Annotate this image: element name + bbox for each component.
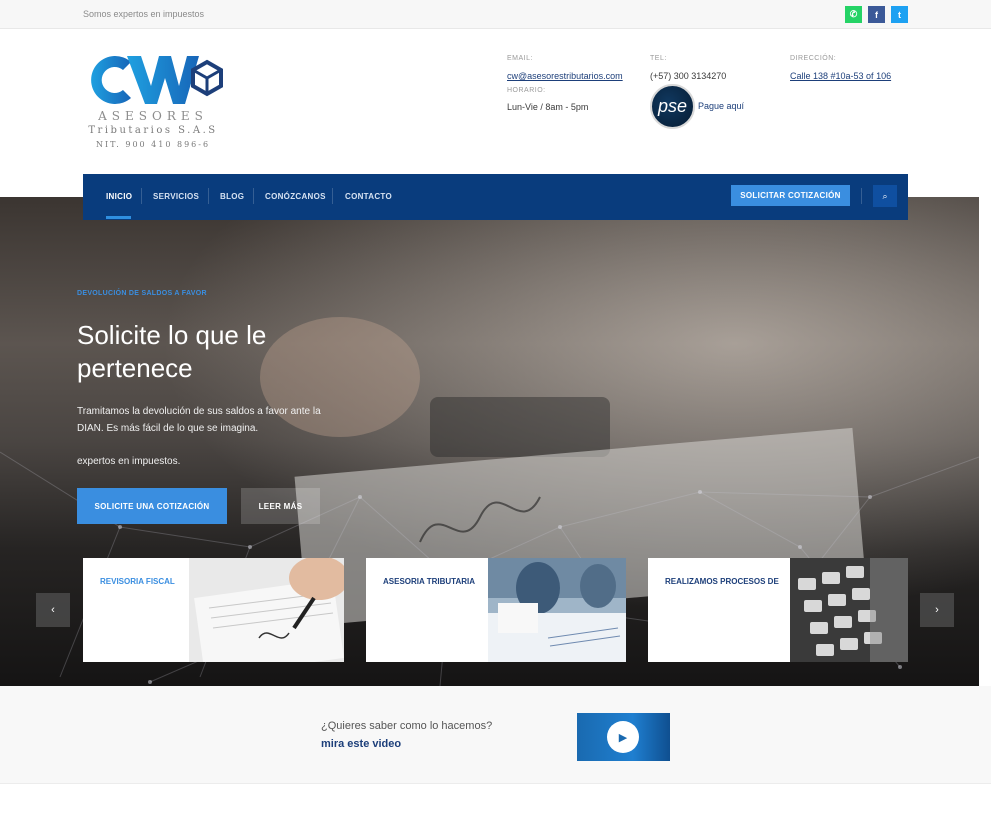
signing-document-image [189, 558, 344, 662]
email-label: EMAIL: [507, 55, 533, 62]
service-card-revisoria[interactable]: REVISORIA FISCAL [83, 558, 344, 662]
slider-next-arrow[interactable]: › [920, 593, 954, 627]
address-label: DIRECCIÓN: [790, 55, 837, 62]
service-card-title: REVISORIA FISCAL [100, 577, 175, 586]
nav-item-contacto[interactable]: CONTACTO [345, 192, 392, 201]
nav-active-indicator [106, 216, 131, 219]
nav-divider [208, 188, 209, 204]
hours-value: Lun-Vie / 8am - 5pm [507, 102, 589, 112]
play-icon[interactable]: ▶ [607, 721, 639, 753]
nav-item-servicios[interactable]: SERVICIOS [153, 192, 199, 201]
company-logo[interactable]: ASESORES Tributarios S.A.S NIT. 900 410 … [83, 52, 233, 152]
business-meeting-image [488, 558, 626, 662]
nav-item-conozcanos[interactable]: CONÓZCANOS [265, 192, 326, 201]
nav-item-inicio[interactable]: INICIO [106, 192, 132, 201]
main-navigation: INICIO SERVICIOS BLOG CONÓZCANOS CONTACT… [83, 174, 908, 220]
hero-read-more-button[interactable]: LEER MÁS [241, 488, 320, 524]
twitter-icon[interactable]: t [891, 6, 908, 23]
video-thumbnail[interactable]: ▶ [577, 713, 670, 761]
hero-lead: Tramitamos la devolución de sus saldos a… [77, 406, 321, 434]
top-bar: Somos expertos en impuestos ✆ f t [0, 0, 991, 29]
request-quote-button[interactable]: SOLICITAR COTIZACIÓN [731, 185, 850, 206]
hours-label: HORARIO: [507, 87, 546, 94]
hero-lead-secondary: expertos en impuestos. [77, 456, 181, 467]
pse-pay-link[interactable]: Pague aquí [698, 101, 744, 111]
search-icon[interactable]: ⌕ [873, 185, 897, 207]
hero-quote-button[interactable]: SOLICITE UNA COTIZACIÓN [77, 488, 227, 524]
logo-mark [91, 56, 223, 104]
video-section: ¿Quieres saber como lo hacemos? mira est… [0, 686, 991, 784]
service-card-title: ASESORIA TRIBUTARIA [383, 577, 475, 586]
tagline: Somos expertos en impuestos [83, 9, 205, 19]
video-question: ¿Quieres saber como lo hacemos? [321, 720, 493, 732]
logo-line-2: Tributarios S.A.S [88, 125, 218, 136]
nav-divider [861, 188, 862, 204]
hero-eyebrow: DEVOLUCIÓN DE SALDOS A FAVOR [77, 290, 207, 297]
nav-divider [332, 188, 333, 204]
hero-title: Solicite lo que le pertenece [77, 320, 267, 383]
watch-video-link[interactable]: mira este video [321, 738, 401, 750]
nav-divider [253, 188, 254, 204]
service-card-asesoria[interactable]: ASESORIA TRIBUTARIA [366, 558, 626, 662]
tel-value: (+57) 300 3134270 [650, 71, 727, 81]
whatsapp-icon[interactable]: ✆ [845, 6, 862, 23]
tel-label: TEL: [650, 55, 667, 62]
logo-nit: NIT. 900 410 896-6 [95, 140, 211, 149]
calculator-image [790, 558, 908, 662]
service-card-title: REALIZAMOS PROCESOS DE [665, 577, 779, 586]
address-link[interactable]: Calle 138 #10a-53 of 106 [790, 71, 891, 81]
pse-logo[interactable]: pse [650, 84, 695, 129]
logo-line-1: ASESORES [98, 109, 208, 123]
facebook-icon[interactable]: f [868, 6, 885, 23]
email-link[interactable]: cw@asesorestributarios.com [507, 71, 623, 81]
service-card-procesos[interactable]: REALIZAMOS PROCESOS DE [648, 558, 908, 662]
nav-item-blog[interactable]: BLOG [220, 192, 244, 201]
nav-divider [141, 188, 142, 204]
slider-prev-arrow[interactable]: ‹ [36, 593, 70, 627]
